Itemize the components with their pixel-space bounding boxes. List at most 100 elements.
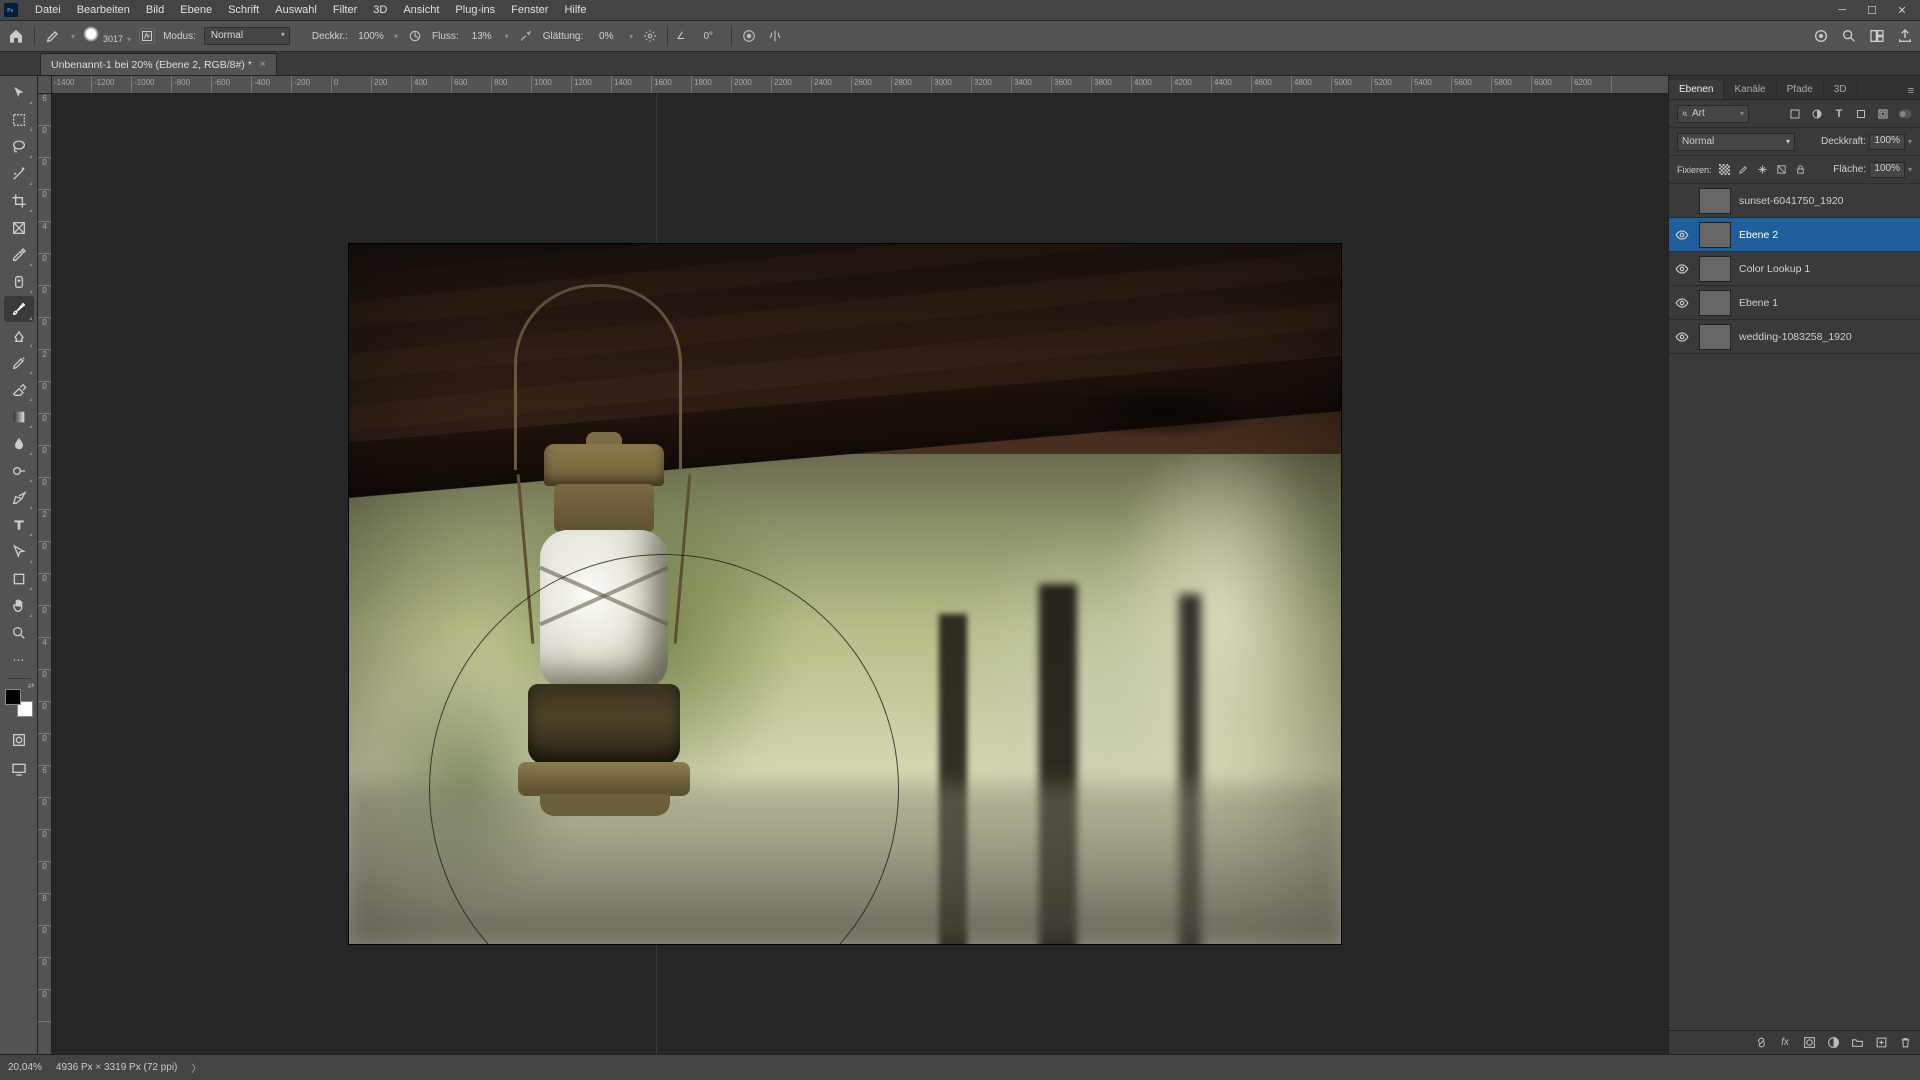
menu-bearbeiten[interactable]: Bearbeiten [70,2,137,18]
eyedropper-tool[interactable] [4,242,34,268]
tab-3d[interactable]: 3D [1824,80,1858,99]
magic-wand-tool[interactable] [4,161,34,187]
menu-hilfe[interactable]: Hilfe [557,2,593,18]
menu-datei[interactable]: Datei [28,2,68,18]
status-more-icon[interactable]: 〉 [191,1060,201,1075]
filter-shape-icon[interactable] [1854,107,1868,121]
select-subject-icon[interactable] [1812,27,1830,45]
document-tab[interactable]: Unbenannt-1 bei 20% (Ebene 2, RGB/8#) * … [40,53,277,75]
maximize-button[interactable]: ☐ [1858,1,1886,19]
screen-mode-icon[interactable] [4,756,34,782]
filter-smart-icon[interactable] [1876,107,1890,121]
tab-paths[interactable]: Pfade [1777,80,1824,99]
pen-tool[interactable] [4,485,34,511]
blur-tool[interactable] [4,431,34,457]
layer-row[interactable]: wedding-1083258_1920 [1669,320,1920,354]
lock-all-icon[interactable] [1794,163,1807,176]
visibility-toggle[interactable] [1675,330,1691,344]
blend-mode-select[interactable]: Normal [204,27,290,45]
marquee-tool[interactable] [4,107,34,133]
search-icon[interactable] [1840,27,1858,45]
filter-toggle-switch[interactable] [1898,107,1912,121]
tab-channels[interactable]: Kanäle [1724,80,1776,99]
document-canvas[interactable] [349,244,1341,944]
frame-tool[interactable] [4,215,34,241]
menu-schrift[interactable]: Schrift [221,2,266,18]
angle-value[interactable]: 0° [693,31,723,42]
link-layers-icon[interactable] [1754,1036,1768,1050]
brush-tool[interactable] [4,296,34,322]
lock-transparency-icon[interactable] [1718,163,1731,176]
smoothing-value[interactable]: 0% [591,31,621,42]
share-icon[interactable] [1896,27,1914,45]
new-layer-icon[interactable] [1874,1036,1888,1050]
color-swatches[interactable]: ⇄ [5,689,33,717]
foreground-color[interactable] [5,689,21,705]
close-icon[interactable]: × [260,59,266,70]
swap-colors-icon[interactable]: ⇄ [28,681,35,690]
brush-preset-picker[interactable]: 3017 ▾ [83,28,131,44]
layer-row[interactable]: sunset-6041750_1920 [1669,184,1920,218]
opacity-value[interactable]: 100% [356,31,386,42]
lock-position-icon[interactable] [1756,163,1769,176]
brush-settings-toggle[interactable] [139,28,155,44]
workspace-icon[interactable] [1868,27,1886,45]
tab-layers[interactable]: Ebenen [1669,80,1724,99]
pressure-size-icon[interactable] [740,27,758,45]
pressure-opacity-icon[interactable] [406,27,424,45]
edit-toolbar[interactable]: ⋯ [4,647,34,673]
layer-blend-mode[interactable]: Normal [1677,133,1795,151]
menu-filter[interactable]: Filter [326,2,364,18]
group-icon[interactable] [1850,1036,1864,1050]
filter-type-icon[interactable]: T [1832,107,1846,121]
menu-auswahl[interactable]: Auswahl [268,2,324,18]
layer-thumbnail[interactable] [1699,188,1731,214]
layer-thumbnail[interactable] [1699,222,1731,248]
lock-artboard-icon[interactable] [1775,163,1788,176]
layer-row[interactable]: Ebene 2 [1669,218,1920,252]
layer-thumbnail[interactable] [1699,256,1731,282]
menu-ebene[interactable]: Ebene [173,2,219,18]
menu-3d[interactable]: 3D [366,2,394,18]
visibility-toggle[interactable] [1675,262,1691,276]
healing-brush-tool[interactable] [4,269,34,295]
crop-tool[interactable] [4,188,34,214]
dodge-tool[interactable] [4,458,34,484]
menu-plugins[interactable]: Plug-ins [448,2,502,18]
path-selection-tool[interactable] [4,539,34,565]
layer-row[interactable]: Color Lookup 1 [1669,252,1920,286]
filter-adjust-icon[interactable] [1810,107,1824,121]
layer-opacity-value[interactable]: 100% [1869,134,1905,150]
layer-fx-icon[interactable]: fx [1778,1036,1792,1050]
menu-fenster[interactable]: Fenster [504,2,555,18]
layer-mask-icon[interactable] [1802,1036,1816,1050]
adjustment-layer-icon[interactable] [1826,1036,1840,1050]
visibility-toggle[interactable] [1675,228,1691,242]
shape-tool[interactable] [4,566,34,592]
trash-icon[interactable] [1898,1036,1912,1050]
smoothing-options-icon[interactable] [641,27,659,45]
gradient-tool[interactable] [4,404,34,430]
canvas-area[interactable]: -1400-1200-1000-800-600-400-200020040060… [38,76,1668,1054]
type-tool[interactable] [4,512,34,538]
home-button[interactable] [6,26,26,46]
layer-thumbnail[interactable] [1699,324,1731,350]
clone-stamp-tool[interactable] [4,323,34,349]
tool-preset-picker[interactable] [43,28,63,44]
move-tool[interactable] [4,80,34,106]
filter-pixel-icon[interactable] [1788,107,1802,121]
zoom-level[interactable]: 20,04% [8,1062,42,1073]
minimize-button[interactable]: ─ [1828,1,1856,19]
menu-ansicht[interactable]: Ansicht [396,2,446,18]
zoom-tool[interactable] [4,620,34,646]
menu-bild[interactable]: Bild [139,2,171,18]
close-button[interactable]: ✕ [1888,1,1916,19]
flow-value[interactable]: 13% [467,31,497,42]
panel-menu-icon[interactable]: ≡ [1902,83,1920,99]
quick-mask-icon[interactable] [4,727,34,753]
lock-pixels-icon[interactable] [1737,163,1750,176]
eraser-tool[interactable] [4,377,34,403]
visibility-toggle[interactable] [1675,296,1691,310]
lasso-tool[interactable] [4,134,34,160]
layer-thumbnail[interactable] [1699,290,1731,316]
